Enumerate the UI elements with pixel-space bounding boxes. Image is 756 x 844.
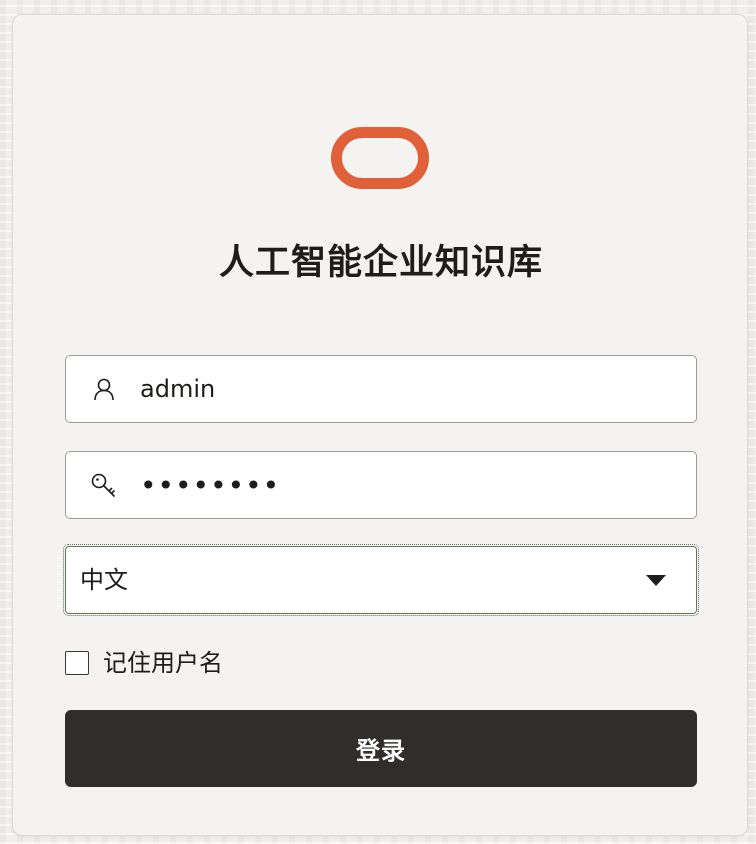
password-input[interactable] xyxy=(140,462,670,508)
remember-username[interactable]: 记住用户名 xyxy=(65,647,223,679)
username-field[interactable] xyxy=(65,355,697,423)
login-card: 人工智能企业知识库 中文 记住用户名 登录 xyxy=(12,14,748,836)
key-icon xyxy=(90,472,118,500)
language-select[interactable]: 中文 xyxy=(63,544,699,616)
remember-label: 记住用户名 xyxy=(103,649,223,677)
chevron-down-icon[interactable] xyxy=(646,575,666,586)
username-input[interactable] xyxy=(140,366,670,412)
password-field[interactable] xyxy=(65,451,697,519)
brand-logo xyxy=(331,127,429,189)
language-select-value: 中文 xyxy=(80,566,128,594)
language-select-box[interactable]: 中文 xyxy=(65,546,697,614)
page-title: 人工智能企业知识库 xyxy=(218,243,543,283)
login-button[interactable]: 登录 xyxy=(65,710,697,787)
remember-checkbox[interactable] xyxy=(65,651,89,675)
user-icon xyxy=(90,376,118,404)
